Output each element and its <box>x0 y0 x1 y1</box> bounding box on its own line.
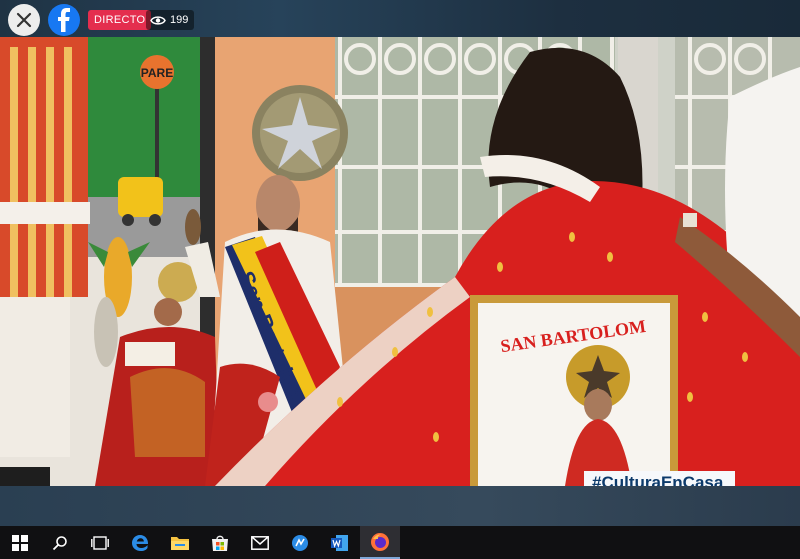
video-footer-strip <box>0 486 800 526</box>
facebook-icon[interactable] <box>48 4 80 36</box>
live-video-header: DIRECTO 199 <box>0 0 800 37</box>
file-explorer-icon <box>171 537 189 550</box>
windows-taskbar <box>0 526 800 559</box>
taskbar-edge[interactable] <box>120 526 160 559</box>
taskbar-mail[interactable] <box>240 526 280 559</box>
unknown-app-icon <box>292 534 308 551</box>
search-icon <box>52 535 67 550</box>
taskbar-file-explorer[interactable] <box>160 526 200 559</box>
taskbar-firefox[interactable] <box>360 526 400 559</box>
task-view-icon <box>91 535 109 550</box>
task-view-button[interactable] <box>80 526 120 559</box>
close-icon <box>16 12 32 28</box>
store-icon <box>212 535 228 551</box>
viewer-count: 199 <box>170 14 189 26</box>
viewer-count-badge: 199 <box>146 10 195 30</box>
video-frame[interactable]: PARE San Bartolomé SAN BARTOLOM #Cultura… <box>0 37 800 486</box>
eye-icon <box>150 15 166 25</box>
video-scene: PARE San Bartolomé SAN BARTOLOM <box>0 37 800 486</box>
windows-start-icon <box>12 534 28 551</box>
start-button[interactable] <box>0 526 40 559</box>
hashtag-overlay: #CulturaEnCasa <box>584 471 736 486</box>
taskbar-app[interactable] <box>280 526 320 559</box>
close-button[interactable] <box>8 4 40 36</box>
search-button[interactable] <box>40 526 80 559</box>
taskbar-word[interactable] <box>320 526 360 559</box>
word-icon <box>331 534 348 551</box>
edge-icon <box>132 534 149 551</box>
mail-icon <box>251 535 269 550</box>
stop-sign-text: PARE <box>141 66 173 80</box>
live-badge: DIRECTO <box>88 10 152 30</box>
taskbar-store[interactable] <box>200 526 240 559</box>
firefox-icon <box>371 532 389 551</box>
